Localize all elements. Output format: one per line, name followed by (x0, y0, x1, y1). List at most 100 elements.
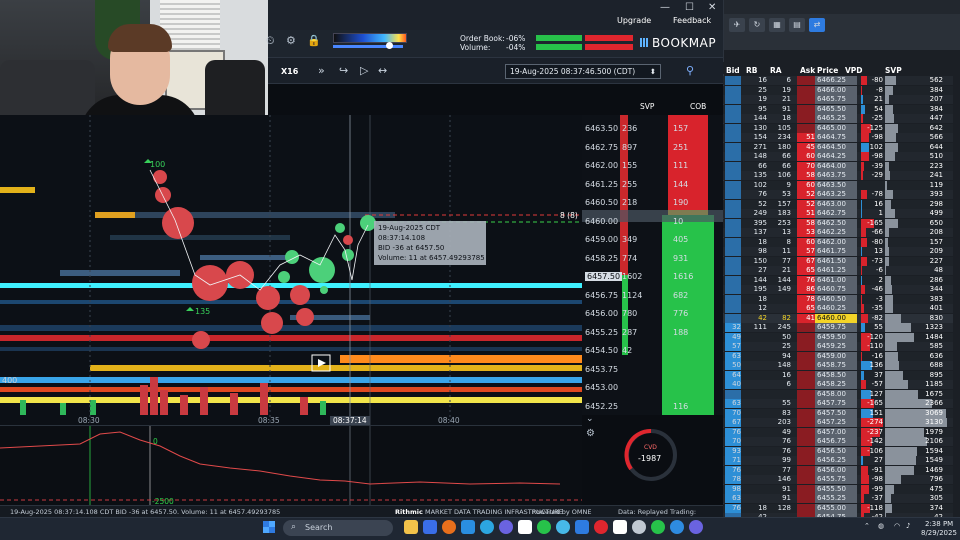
dom-row[interactable]: 70 83 6457.50 151 3069 (723, 408, 953, 419)
close-button[interactable]: ✕ (708, 2, 716, 13)
clock-icon[interactable]: ⏲ (266, 34, 275, 48)
pin-icon[interactable]: ⚲ (686, 64, 694, 77)
ladder-price[interactable]: 6461.25 (585, 180, 618, 189)
app-icon-3[interactable] (518, 520, 532, 534)
dom-row[interactable]: 18 78 6460.50 -3 383 (723, 294, 953, 305)
wifi-icon[interactable]: ◠ (894, 522, 900, 530)
jump-icon[interactable]: ↪ (339, 64, 348, 77)
dom-row[interactable]: 76 53 52 6463.25 -78 393 (723, 190, 953, 200)
clock-time[interactable]: 2:38 PM (925, 520, 953, 528)
dom-row[interactable]: 25 19 6466.00 -8 384 (723, 85, 953, 96)
dom-row[interactable]: 98 11 57 6461.75 13 209 (723, 247, 953, 257)
dom-row[interactable]: 137 13 53 6462.25 -66 208 (723, 228, 953, 238)
ladder-price[interactable]: 6454.50 (585, 346, 618, 355)
ladder-price[interactable]: 6457.50 (585, 272, 623, 281)
chevron-up-icon[interactable]: ⌃ (864, 522, 870, 530)
maximize-button[interactable]: ☐ (685, 2, 694, 13)
upgrade-link[interactable]: Upgrade (617, 16, 651, 25)
dom-row[interactable]: 98 91 6455.50 -99 475 (723, 484, 953, 495)
dom-row[interactable]: 78 146 6455.75 -98 796 (723, 475, 953, 485)
dom-row[interactable]: 395 253 58 6462.50 -165 650 (723, 218, 953, 229)
dom-row[interactable]: 63 91 6455.25 -37 305 (723, 494, 953, 504)
lock-icon[interactable]: 🔒 (307, 34, 321, 47)
dom-layout-tool[interactable]: ▤ (789, 18, 805, 32)
dom-row[interactable]: 49 50 6459.50 -120 1484 (723, 332, 953, 343)
dom-cursor-tool[interactable]: ✈ (729, 18, 745, 32)
dom-row[interactable]: 19 21 6465.75 21 207 (723, 95, 953, 105)
app-icon-9[interactable] (651, 520, 665, 534)
dom-row[interactable]: 63 94 6459.00 -16 636 (723, 351, 953, 362)
dom-row[interactable]: 18 8 60 6462.00 -80 157 (723, 237, 953, 248)
windows-start-icon[interactable] (263, 521, 275, 533)
cvd-subchart[interactable]: 0 -2500 (0, 425, 582, 506)
ladder-price[interactable]: 6459.00 (585, 235, 618, 244)
chevron-down-icon[interactable]: ⌄ (586, 414, 594, 424)
app-icon-7[interactable] (613, 520, 627, 534)
dom-row[interactable]: 57 25 6459.25 -110 585 (723, 342, 953, 352)
dom-row[interactable]: 150 77 67 6461.50 -73 227 (723, 256, 953, 267)
app-icon-8[interactable] (632, 520, 646, 534)
dom-row[interactable]: 95 91 6465.50 54 384 (723, 104, 953, 115)
dom-row[interactable]: 66 66 70 6464.00 -39 223 (723, 161, 953, 172)
app-icon-10[interactable] (670, 520, 684, 534)
ladder-price[interactable]: 6462.75 (585, 143, 618, 152)
heatmap-contrast-gradient[interactable] (333, 33, 407, 43)
ladder-price[interactable]: 6460.50 (585, 198, 618, 207)
dom-row[interactable]: 76 77 6456.00 -91 1469 (723, 465, 953, 476)
app-icon-6[interactable] (594, 520, 608, 534)
heatmap-contrast-knob[interactable] (386, 42, 393, 49)
dom-row[interactable]: 70 76 6456.75 -142 2106 (723, 437, 953, 447)
dom-row[interactable]: 67 203 6457.25 -274 3130 (723, 418, 953, 428)
discord-icon[interactable] (499, 520, 513, 534)
app-icon-11[interactable] (689, 520, 703, 534)
dom-row[interactable]: 6458.00 127 1675 (723, 389, 953, 400)
dom-row[interactable]: 63 55 6457.75 -165 2366 (723, 399, 953, 409)
dom-row[interactable]: 42 82 41 6460.00 -82 830 (723, 313, 953, 324)
ladder-price[interactable]: 6462.00 (585, 161, 618, 170)
dom-row[interactable]: 76 18 128 6455.00 -118 374 (723, 503, 953, 514)
dom-row[interactable]: 50 148 6458.75 136 688 (723, 361, 953, 371)
ladder-price[interactable]: 6452.25 (585, 402, 618, 411)
ladder-price[interactable]: 6453.75 (585, 365, 618, 374)
play-icon[interactable]: ▷ (360, 64, 368, 77)
app-tray-icon[interactable]: ◍ (878, 522, 884, 530)
bookmap-taskbar-icon[interactable] (575, 520, 589, 534)
dom-swap-tool[interactable]: ⇄ (809, 18, 825, 32)
dom-row[interactable]: 16 6 6466.25 -80 562 (723, 76, 953, 86)
ladder-price[interactable]: 6455.25 (585, 328, 618, 337)
fast-forward-icon[interactable]: » (318, 64, 325, 77)
taskbar-search[interactable]: ⌕ Search (283, 520, 393, 536)
dom-row[interactable]: 148 66 60 6464.25 -98 510 (723, 152, 953, 162)
app-icon-5[interactable] (556, 520, 570, 534)
dom-row[interactable]: 271 180 45 6464.50 102 644 (723, 142, 953, 153)
dom-row[interactable]: 76 49 6457.00 -237 1979 (723, 427, 953, 438)
ladder-price[interactable]: 6463.50 (585, 124, 618, 133)
dom-row[interactable]: 144 18 6465.25 -25 447 (723, 114, 953, 124)
dom-row[interactable]: 27 21 65 6461.25 -6 48 (723, 266, 953, 276)
firefox-icon[interactable] (442, 520, 456, 534)
ladder-price[interactable]: 6460.00 (585, 217, 618, 226)
playback-speed[interactable]: X16 (281, 67, 298, 76)
ladder-price[interactable]: 6458.25 (585, 254, 618, 263)
dom-row[interactable]: 40 6 6458.25 -57 1185 (723, 380, 953, 390)
dom-row[interactable]: 195 149 86 6460.75 -46 344 (723, 285, 953, 295)
dom-row[interactable]: 102 9 60 6463.50 119 (723, 180, 953, 191)
dom-grid-tool[interactable]: ▦ (769, 18, 785, 32)
ladder-price[interactable]: 6456.00 (585, 309, 618, 318)
dom-row[interactable]: 71 99 6456.25 27 1549 (723, 456, 953, 466)
dom-row[interactable]: 64 16 6458.50 37 895 (723, 370, 953, 381)
ladder-price[interactable]: 6453.00 (585, 383, 618, 392)
clock-date[interactable]: 8/29/2025 (921, 529, 957, 537)
sliders-icon[interactable]: ⚙ (286, 34, 296, 47)
dom-row[interactable]: 93 76 6456.50 -106 1594 (723, 446, 953, 457)
ladder-price[interactable]: 6456.75 (585, 291, 618, 300)
feedback-link[interactable]: Feedback (673, 16, 711, 25)
dom-row[interactable]: 144 144 76 6461.00 2 286 (723, 275, 953, 286)
app-icon-4[interactable] (537, 520, 551, 534)
telegram-icon[interactable] (480, 520, 494, 534)
dom-row[interactable]: 249 183 51 6462.75 1 499 (723, 209, 953, 219)
dom-refresh-tool[interactable]: ↻ (749, 18, 765, 32)
minimize-button[interactable]: — (660, 2, 670, 13)
dom-row[interactable]: 32 111 245 6459.75 55 1323 (723, 323, 953, 333)
settings-gear-icon[interactable]: ⚙ (586, 428, 595, 439)
